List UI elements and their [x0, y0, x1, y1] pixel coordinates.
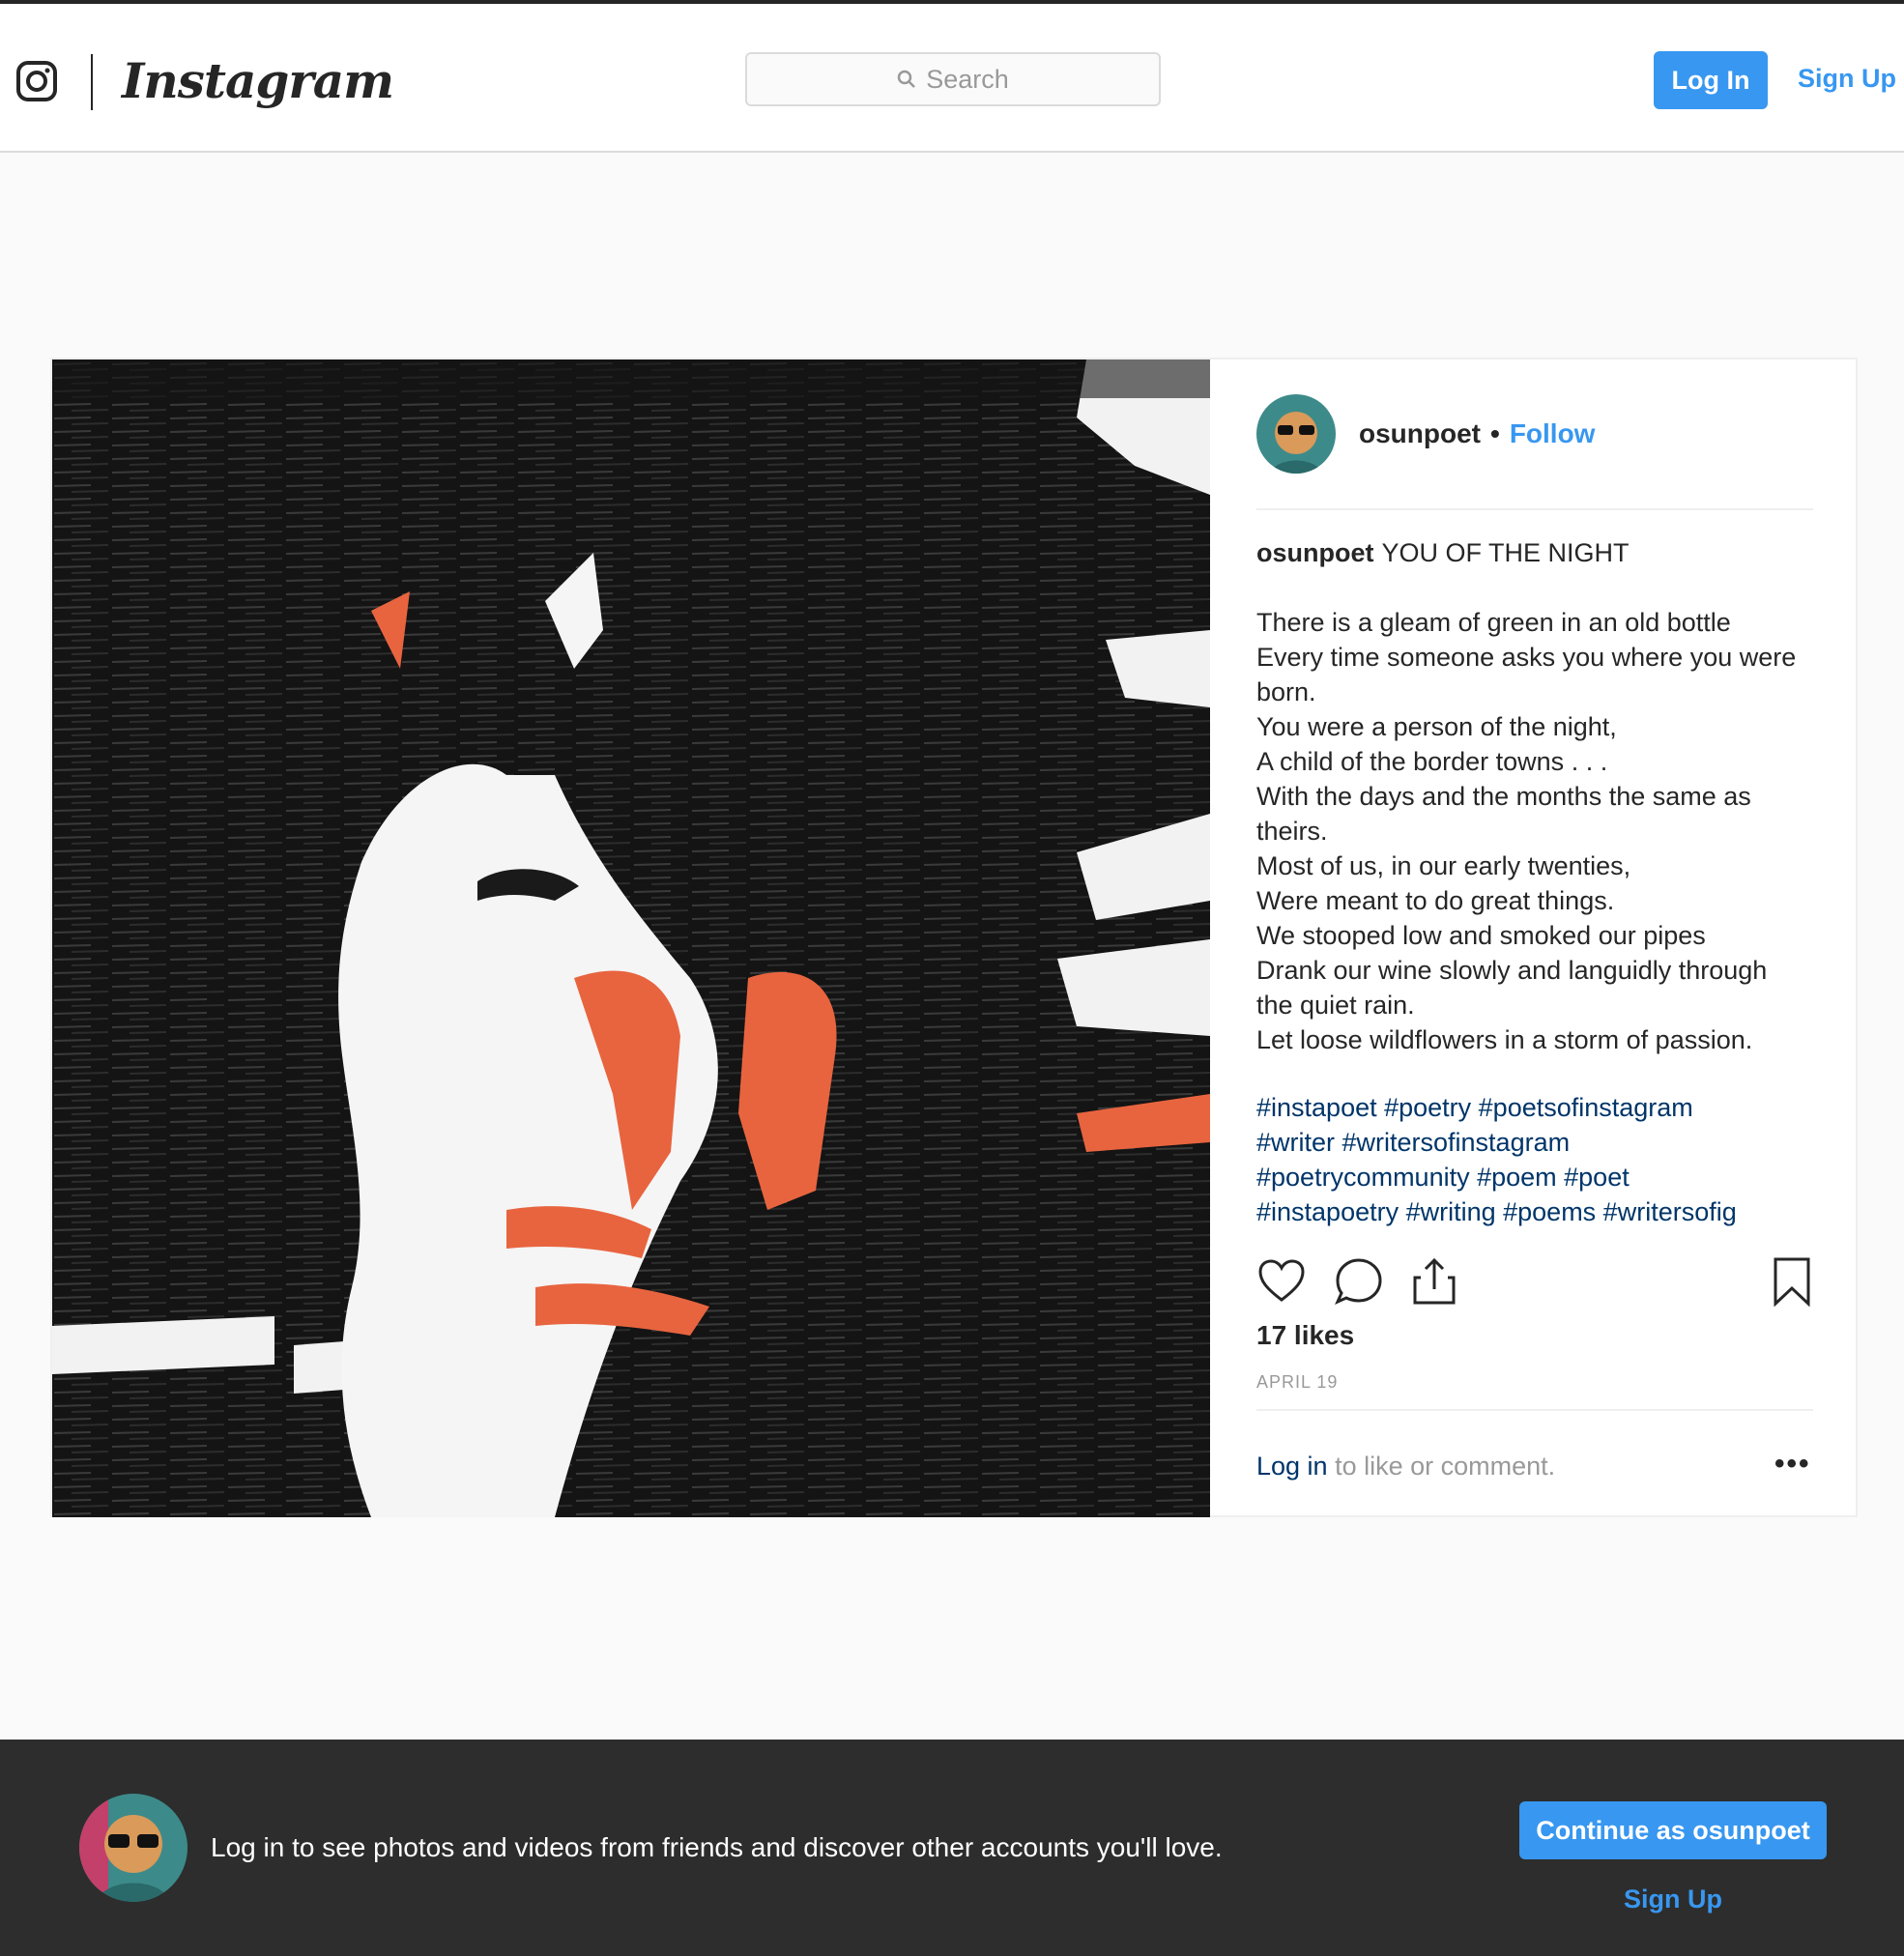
- caption-line: Drank our wine slowly and languidly thro…: [1256, 956, 1768, 985]
- login-button[interactable]: Log In: [1654, 51, 1768, 109]
- banner-signup-link[interactable]: Sign Up: [1624, 1884, 1722, 1914]
- follow-button[interactable]: Follow: [1510, 418, 1596, 449]
- caption-title: YOU OF THE NIGHT: [1381, 538, 1630, 567]
- search-placeholder: Search: [926, 64, 1009, 94]
- caption-heading: osunpoet YOU OF THE NIGHT: [1256, 535, 1827, 570]
- hashtag-line[interactable]: #instapoetry #writing #poems #writersofi…: [1256, 1194, 1827, 1229]
- search-icon: [897, 70, 916, 88]
- hashtag-line[interactable]: #poetrycommunity #poem #poet: [1256, 1160, 1827, 1194]
- share-icon[interactable]: [1409, 1256, 1459, 1307]
- caption-line: Every time someone asks you where you we…: [1256, 643, 1797, 672]
- author-avatar[interactable]: [1256, 394, 1336, 474]
- caption-line: theirs.: [1256, 817, 1328, 846]
- top-navbar: Instagram Search Log In Sign Up: [0, 4, 1904, 153]
- caption-line: We stooped low and smoked our pipes: [1256, 921, 1706, 950]
- login-prompt: Log in to like or comment.: [1256, 1452, 1555, 1481]
- hashtag-line[interactable]: #instapoet #poetry #poetsofinstagram: [1256, 1090, 1827, 1125]
- camera-icon[interactable]: [15, 60, 58, 102]
- caption-line: Were meant to do great things.: [1256, 886, 1615, 915]
- banner-message: Log in to see photos and videos from fri…: [211, 1832, 1223, 1862]
- divider: [1256, 1409, 1813, 1411]
- post-author: osunpoet • Follow: [1256, 394, 1595, 474]
- post-actions: [1256, 1256, 1817, 1309]
- login-prompt-text: to like or comment.: [1327, 1452, 1556, 1481]
- post-photo[interactable]: [52, 360, 1210, 1517]
- heart-icon[interactable]: [1256, 1256, 1307, 1307]
- caption-line: Most of us, in our early twenties,: [1256, 851, 1631, 880]
- search-input[interactable]: Search: [745, 52, 1161, 106]
- caption-line: With the days and the months the same as: [1256, 782, 1751, 811]
- comment-icon[interactable]: [1334, 1256, 1384, 1307]
- separator-dot: •: [1490, 418, 1500, 448]
- post-date[interactable]: APRIL 19: [1256, 1372, 1338, 1393]
- post-card: osunpoet • Follow osunpoet YOU OF THE NIG…: [50, 358, 1858, 1517]
- caption-line: the quiet rain.: [1256, 991, 1415, 1020]
- caption-line: born.: [1256, 677, 1316, 706]
- post-caption: osunpoet YOU OF THE NIGHT There is a glea…: [1256, 535, 1827, 1057]
- caption-line: Let loose wildflowers in a storm of pass…: [1256, 1025, 1753, 1054]
- author-username[interactable]: osunpoet: [1359, 418, 1481, 449]
- hashtag-line[interactable]: #writer #writersofinstagram: [1256, 1125, 1827, 1160]
- post-sidebar: osunpoet • Follow osunpoet YOU OF THE NIG…: [1210, 360, 1858, 1517]
- login-link[interactable]: Log in: [1256, 1452, 1328, 1481]
- instagram-wordmark[interactable]: Instagram: [122, 52, 394, 109]
- divider: [1256, 508, 1813, 510]
- caption-line: A child of the border towns . . .: [1256, 747, 1608, 776]
- caption-line: There is a gleam of green in an old bott…: [1256, 608, 1731, 637]
- caption-line: You were a person of the night,: [1256, 712, 1617, 741]
- hashtags: #instapoet #poetry #poetsofinstagram #wr…: [1256, 1090, 1827, 1229]
- bookmark-icon[interactable]: [1771, 1256, 1813, 1307]
- more-options-icon[interactable]: •••: [1774, 1448, 1811, 1481]
- caption-gap: [1256, 570, 1827, 605]
- likes-count[interactable]: 17 likes: [1256, 1320, 1354, 1351]
- login-banner: Log in to see photos and videos from fri…: [0, 1740, 1904, 1956]
- header-divider: [91, 54, 93, 110]
- signup-link[interactable]: Sign Up: [1798, 64, 1896, 94]
- caption-username[interactable]: osunpoet: [1256, 538, 1374, 567]
- banner-avatar: [79, 1794, 188, 1902]
- continue-as-button[interactable]: Continue as osunpoet: [1519, 1801, 1827, 1859]
